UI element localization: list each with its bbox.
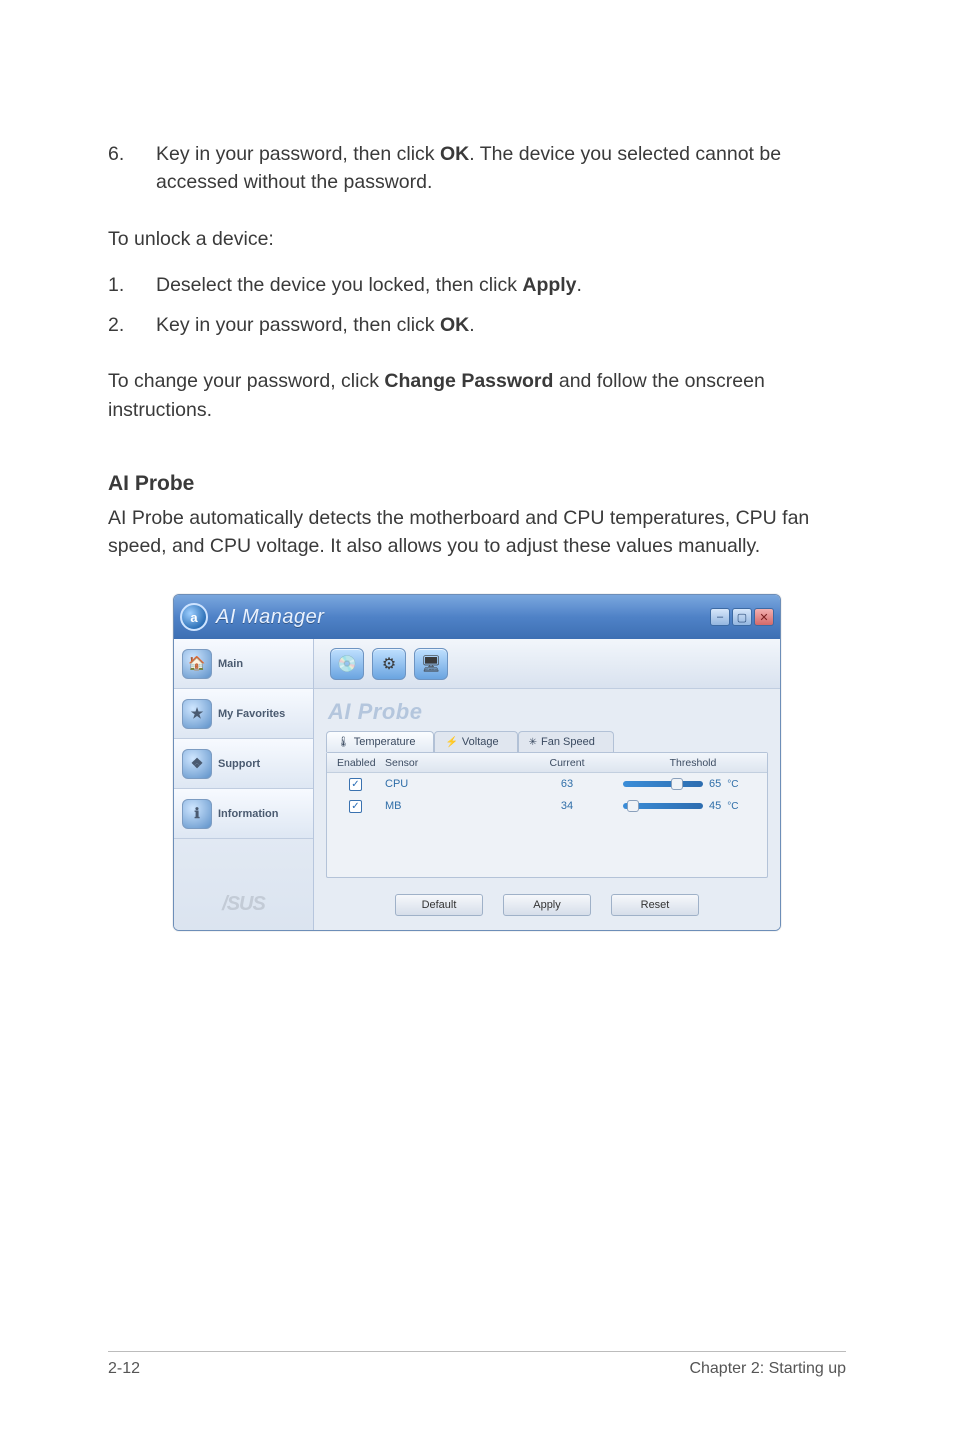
sensor-name: CPU <box>385 778 515 790</box>
thermometer-icon: 🌡 <box>337 737 350 748</box>
main-pane: 💿 ⚙ 🖥 AI Probe 🌡Temperature ⚡Voltage ✳Fa… <box>314 639 780 930</box>
fan-icon: ✳ <box>529 737 537 748</box>
unit: °C <box>727 801 738 812</box>
current-value: 34 <box>515 800 619 812</box>
table-row: ✓ MB 34 45 °C <box>327 795 767 817</box>
step-text: Key in your password, then click OK. The… <box>156 140 846 197</box>
sensor-table: Enabled Sensor Current Threshold ✓ CPU 6… <box>326 752 768 878</box>
sensor-name: MB <box>385 800 515 812</box>
unlock-heading: To unlock a device: <box>108 225 846 253</box>
tab-row: 🌡Temperature ⚡Voltage ✳Fan Speed <box>314 731 780 752</box>
sidebar-item-label: Main <box>218 658 243 670</box>
table-header: Enabled Sensor Current Threshold <box>327 753 767 773</box>
col-enabled: Enabled <box>327 757 385 769</box>
tab-fan-speed[interactable]: ✳Fan Speed <box>518 731 614 752</box>
section-heading: AI Probe <box>108 472 846 496</box>
titlebar: a AI Manager – ▢ ✕ <box>174 595 780 639</box>
brand-logo: /SUS <box>174 839 313 928</box>
checkbox-cpu[interactable]: ✓ <box>349 778 362 791</box>
pane-title: AI Probe <box>314 689 780 731</box>
app-window: a AI Manager – ▢ ✕ 🏠 Main ★ My Favorites… <box>173 594 781 931</box>
chapter-label: Chapter 2: Starting up <box>689 1360 846 1378</box>
voltage-icon: ⚡ <box>445 737 457 748</box>
threshold-slider-mb[interactable] <box>623 803 703 809</box>
change-password-text: To change your password, click Change Pa… <box>108 367 846 424</box>
sidebar-item-support[interactable]: ❖ Support <box>174 739 313 789</box>
favorites-icon: ★ <box>182 699 212 729</box>
info-icon: ℹ <box>182 799 212 829</box>
tab-temperature[interactable]: 🌡Temperature <box>326 731 434 752</box>
threshold-value: 65 <box>709 778 721 790</box>
checkbox-mb[interactable]: ✓ <box>349 800 362 813</box>
page-number: 2-12 <box>108 1360 140 1378</box>
current-value: 63 <box>515 778 619 790</box>
reset-button[interactable]: Reset <box>611 894 699 916</box>
sidebar: 🏠 Main ★ My Favorites ❖ Support ℹ Inform… <box>174 639 314 930</box>
col-threshold: Threshold <box>619 757 767 769</box>
maximize-button[interactable]: ▢ <box>732 608 752 626</box>
section-description: AI Probe automatically detects the mothe… <box>108 504 846 561</box>
threshold-slider-cpu[interactable] <box>623 781 703 787</box>
threshold-value: 45 <box>709 800 721 812</box>
home-icon: 🏠 <box>182 649 212 679</box>
sidebar-item-favorites[interactable]: ★ My Favorites <box>174 689 313 739</box>
support-icon: ❖ <box>182 749 212 779</box>
sidebar-item-label: Support <box>218 758 260 770</box>
unlock-step-1: 1. Deselect the device you locked, then … <box>108 271 846 299</box>
tab-voltage[interactable]: ⚡Voltage <box>434 731 517 752</box>
default-button[interactable]: Default <box>395 894 483 916</box>
window-title: AI Manager <box>216 606 324 629</box>
close-button[interactable]: ✕ <box>754 608 774 626</box>
page-footer: 2-12 Chapter 2: Starting up <box>108 1351 846 1378</box>
button-row: Default Apply Reset <box>314 878 780 930</box>
tool-icon-3[interactable]: 🖥 <box>414 648 448 680</box>
toolbar: 💿 ⚙ 🖥 <box>314 639 780 689</box>
unit: °C <box>727 779 738 790</box>
sidebar-item-label: Information <box>218 808 279 820</box>
step-6: 6. Key in your password, then click OK. … <box>108 140 846 197</box>
sidebar-item-label: My Favorites <box>218 708 285 720</box>
app-logo-icon: a <box>180 603 208 631</box>
minimize-button[interactable]: – <box>710 608 730 626</box>
tool-icon-2[interactable]: ⚙ <box>372 648 406 680</box>
sidebar-item-information[interactable]: ℹ Information <box>174 789 313 839</box>
sidebar-item-main[interactable]: 🏠 Main <box>174 639 313 689</box>
table-row: ✓ CPU 63 65 °C <box>327 773 767 795</box>
apply-button[interactable]: Apply <box>503 894 591 916</box>
tool-icon-1[interactable]: 💿 <box>330 648 364 680</box>
unlock-step-2: 2. Key in your password, then click OK. <box>108 311 846 339</box>
col-sensor: Sensor <box>385 757 515 769</box>
step-number: 6. <box>108 140 156 197</box>
col-current: Current <box>515 757 619 769</box>
